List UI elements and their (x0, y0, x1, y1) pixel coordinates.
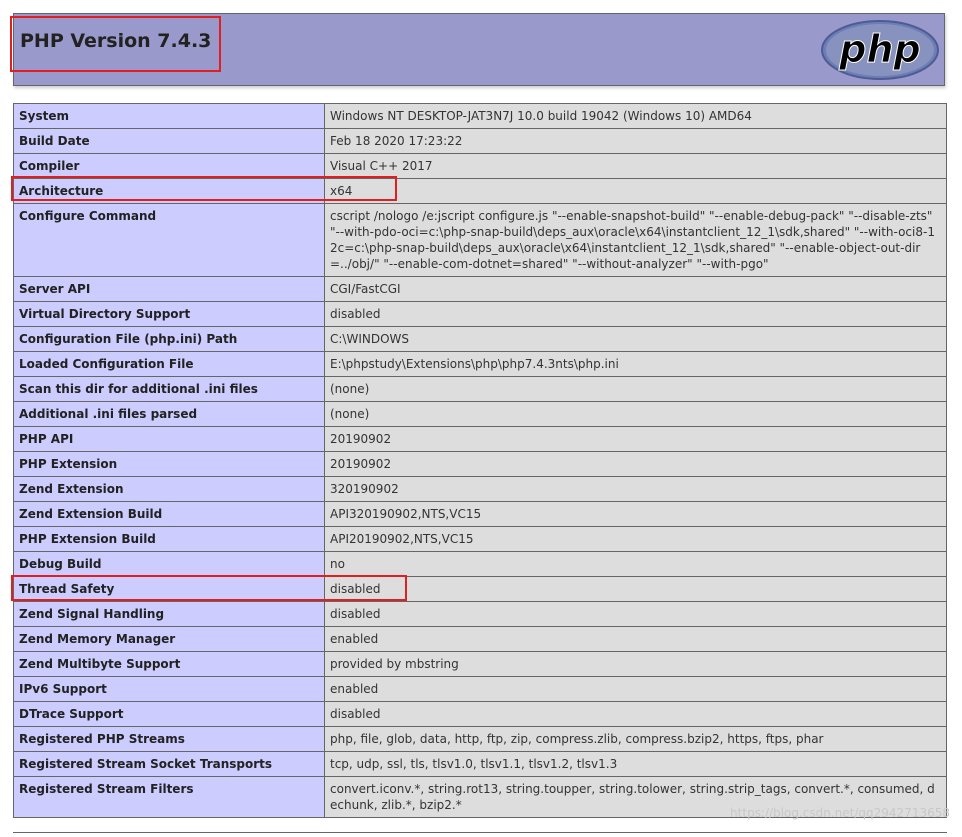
table-row: Thread Safety disabled (13, 576, 947, 602)
row-value: disabled (324, 601, 947, 627)
row-key: Scan this dir for additional .ini files (13, 376, 325, 402)
row-key: Compiler (13, 153, 325, 179)
row-value: CGI/FastCGI (324, 276, 947, 302)
row-value: provided by mbstring (324, 651, 947, 677)
page-title: PHP Version 7.4.3 (20, 30, 212, 52)
row-value: x64 (324, 178, 947, 204)
table-row: PHP Extension Build API20190902,NTS,VC15 (13, 526, 947, 552)
row-key: Loaded Configuration File (13, 351, 325, 377)
table-row: PHP Extension 20190902 (13, 451, 947, 477)
php-header: PHP Version 7.4.3 php (13, 13, 945, 86)
row-value: disabled (324, 576, 947, 602)
row-key: Registered PHP Streams (13, 726, 325, 752)
row-key: Thread Safety (13, 576, 325, 602)
row-key: Zend Memory Manager (13, 626, 325, 652)
row-key: Zend Multibyte Support (13, 651, 325, 677)
table-row: Registered Stream Socket Transports tcp, … (13, 751, 947, 777)
row-key: Server API (13, 276, 325, 302)
row-value: 20190902 (324, 426, 947, 452)
row-value: enabled (324, 676, 947, 702)
row-value: Windows NT DESKTOP-JAT3N7J 10.0 build 19… (324, 103, 947, 129)
table-row: Architecture x64 (13, 178, 947, 204)
row-key: Zend Signal Handling (13, 601, 325, 627)
row-value: no (324, 551, 947, 577)
table-row: Server API CGI/FastCGI (13, 276, 947, 302)
row-value: enabled (324, 626, 947, 652)
row-key: Configure Command (13, 203, 325, 277)
row-value: (none) (324, 401, 947, 427)
row-key: Zend Extension (13, 476, 325, 502)
table-row: Zend Memory Manager enabled (13, 626, 947, 652)
row-key: DTrace Support (13, 701, 325, 727)
watermark: https://blog.csdn.net/qq2942713658 (730, 806, 950, 820)
row-key: Virtual Directory Support (13, 301, 325, 327)
table-row: Debug Build no (13, 551, 947, 577)
row-key: Registered Stream Filters (13, 776, 325, 818)
table-row: Virtual Directory Support disabled (13, 301, 947, 327)
table-row: IPv6 Support enabled (13, 676, 947, 702)
row-value: php, file, glob, data, http, ftp, zip, c… (324, 726, 947, 752)
row-key: Zend Extension Build (13, 501, 325, 527)
table-row: PHP API 20190902 (13, 426, 947, 452)
table-row: System Windows NT DESKTOP-JAT3N7J 10.0 bu… (13, 103, 947, 129)
row-value: disabled (324, 701, 947, 727)
table-row: Compiler Visual C++ 2017 (13, 153, 947, 179)
row-key: System (13, 103, 325, 129)
row-value: C:\WINDOWS (324, 326, 947, 352)
row-key: Registered Stream Socket Transports (13, 751, 325, 777)
table-row: Additional .ini files parsed (none) (13, 401, 947, 427)
divider (13, 832, 947, 833)
row-value: cscript /nologo /e:jscript configure.js … (324, 203, 947, 277)
php-info-table: System Windows NT DESKTOP-JAT3N7J 10.0 bu… (13, 103, 947, 818)
table-row: Configuration File (php.ini) Path C:\WIND… (13, 326, 947, 352)
row-value: tcp, udp, ssl, tls, tlsv1.0, tlsv1.1, tl… (324, 751, 947, 777)
table-row: Registered PHP Streams php, file, glob, d… (13, 726, 947, 752)
table-row: Zend Multibyte Support provided by mbstri… (13, 651, 947, 677)
row-value: E:\phpstudy\Extensions\php\php7.4.3nts\p… (324, 351, 947, 377)
table-row: Zend Signal Handling disabled (13, 601, 947, 627)
row-value: (none) (324, 376, 947, 402)
php-logo-icon: php (821, 20, 939, 80)
row-key: PHP API (13, 426, 325, 452)
row-key: Architecture (13, 178, 325, 204)
row-key: PHP Extension (13, 451, 325, 477)
table-row: Loaded Configuration File E:\phpstudy\Ext… (13, 351, 947, 377)
table-row: Zend Extension Build API320190902,NTS,VC1… (13, 501, 947, 527)
row-key: Configuration File (php.ini) Path (13, 326, 325, 352)
row-key: Additional .ini files parsed (13, 401, 325, 427)
row-value: API320190902,NTS,VC15 (324, 501, 947, 527)
table-row: Zend Extension 320190902 (13, 476, 947, 502)
row-key: Build Date (13, 128, 325, 154)
row-key: PHP Extension Build (13, 526, 325, 552)
table-row: Build Date Feb 18 2020 17:23:22 (13, 128, 947, 154)
row-value: 320190902 (324, 476, 947, 502)
table-row: DTrace Support disabled (13, 701, 947, 727)
row-value: disabled (324, 301, 947, 327)
row-key: Debug Build (13, 551, 325, 577)
row-value: 20190902 (324, 451, 947, 477)
table-row: Scan this dir for additional .ini files(… (13, 376, 947, 402)
row-value: API20190902,NTS,VC15 (324, 526, 947, 552)
row-value: Visual C++ 2017 (324, 153, 947, 179)
logo-text: php (838, 27, 920, 71)
row-value: Feb 18 2020 17:23:22 (324, 128, 947, 154)
table-row: Configure Command cscript /nologo /e:jscr… (13, 203, 947, 277)
row-key: IPv6 Support (13, 676, 325, 702)
